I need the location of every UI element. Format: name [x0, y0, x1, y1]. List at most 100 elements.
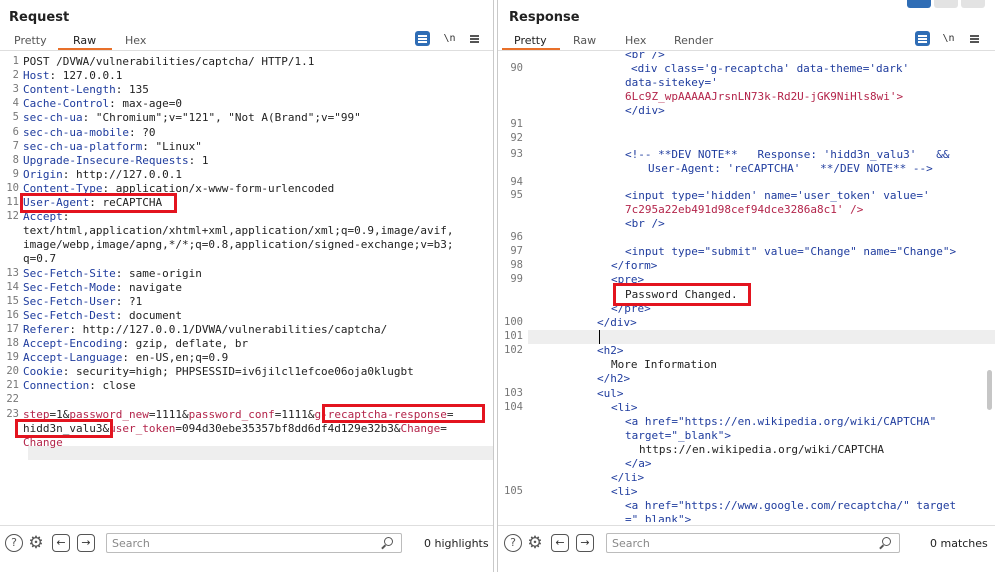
- line-number: 9: [12, 167, 19, 180]
- line-number: 6: [12, 125, 19, 138]
- response-line: More Information: [611, 358, 717, 371]
- line-text: text/html,application/xhtml+xml,applicat…: [23, 224, 454, 238]
- hamburger-menu-icon[interactable]: [467, 31, 482, 46]
- line-number: 105: [504, 485, 523, 497]
- hamburger-menu-icon[interactable]: [967, 31, 982, 46]
- response-line: <li>: [611, 485, 638, 498]
- response-scrollbar[interactable]: [987, 370, 992, 410]
- request-line: Cache-Control: max-age=0: [23, 97, 182, 111]
- response-line: 7c295a22eb491d98cef94dce3286a8c1' />: [625, 203, 864, 216]
- search-input[interactable]: [112, 536, 352, 551]
- line-number: 1: [12, 55, 19, 67]
- header-value: security=high; PHPSESSID=iv6jilcl1efcoe0…: [76, 365, 414, 379]
- request-line: Content-Length: 135: [23, 83, 149, 97]
- header-value: 1: [201, 153, 209, 167]
- newline-toggle-icon[interactable]: \n: [442, 31, 457, 46]
- response-line: User-Agent: 'reCAPTCHA' **/DEV NOTE** --…: [648, 162, 933, 175]
- wrap-lines-icon[interactable]: [415, 31, 430, 46]
- user-agent-highlight: [20, 193, 177, 213]
- response-line: <br />: [625, 52, 665, 61]
- response-search-box: [606, 533, 900, 553]
- header-name: sec-ch-ua-platform: [23, 139, 143, 153]
- line-number: 20: [6, 365, 19, 378]
- request-line: Origin: http://127.0.0.1: [23, 167, 182, 181]
- current-line-highlight: [28, 446, 493, 460]
- tab-render[interactable]: Render: [674, 34, 713, 47]
- recaptcha-param-highlight: [322, 404, 485, 423]
- tab-hex[interactable]: Hex: [625, 34, 646, 47]
- search-icon[interactable]: [882, 537, 891, 546]
- password-changed-highlight: [613, 283, 751, 306]
- gear-icon[interactable]: ⚙: [526, 534, 544, 552]
- layout-vertical-icon[interactable]: [934, 0, 958, 8]
- search-icon[interactable]: [384, 537, 393, 546]
- header-name: Connection: [23, 379, 90, 393]
- gear-icon[interactable]: ⚙: [27, 534, 45, 552]
- line-number: 91: [510, 118, 523, 130]
- response-line: </form>: [611, 259, 658, 272]
- request-line: Sec-Fetch-Site: same-origin: [23, 266, 202, 280]
- response-title: Response: [509, 10, 580, 25]
- header-name: Accept-Language: [23, 351, 123, 365]
- header-value: ?0: [142, 125, 156, 139]
- search-input[interactable]: [612, 536, 852, 551]
- tab-pretty[interactable]: Pretty: [514, 34, 547, 47]
- response-line: <input type="submit" value="Change" name…: [625, 245, 957, 258]
- line-number: 2: [12, 69, 19, 82]
- tab-hex[interactable]: Hex: [125, 34, 146, 47]
- layout-tabs-icon[interactable]: [961, 0, 985, 8]
- highlights-count: 0 highlights: [424, 537, 489, 550]
- line-number: 90: [510, 62, 523, 74]
- request-editor[interactable]: 1 POST /DVWA/vulnerabilities/captcha/ HTT…: [0, 52, 493, 522]
- arrow-left-icon[interactable]: ←: [52, 534, 70, 552]
- line-number: 8: [12, 153, 19, 166]
- line-number: 17: [6, 322, 19, 335]
- wrap-lines-icon[interactable]: [915, 31, 930, 46]
- arrow-right-icon[interactable]: →: [576, 534, 594, 552]
- header-value: close: [102, 379, 136, 393]
- line-number: 101: [504, 330, 523, 342]
- header-name: Sec-Fetch-Dest: [23, 308, 116, 322]
- tab-raw[interactable]: Raw: [573, 34, 596, 47]
- header-name: sec-ch-ua: [23, 111, 83, 125]
- tab-pretty[interactable]: Pretty: [14, 34, 47, 47]
- line-number: 94: [510, 176, 523, 188]
- request-search-box: [106, 533, 402, 553]
- response-line: </div>: [625, 104, 665, 117]
- help-icon[interactable]: ?: [504, 534, 522, 552]
- request-line: Accept-Encoding: gzip, deflate, br: [23, 337, 249, 350]
- response-footer: ? ⚙ ← → 0 matches: [498, 525, 995, 559]
- line-number: 5: [12, 111, 19, 124]
- line-number: 95: [510, 189, 523, 201]
- header-name: Cache-Control: [23, 97, 110, 111]
- line-number: 12: [6, 210, 19, 223]
- request-line: Sec-Fetch-User: ?1: [23, 294, 143, 308]
- header-name: sec-ch-ua-mobile: [23, 125, 129, 139]
- request-line: Upgrade-Insecure-Requests: 1: [23, 153, 209, 167]
- response-line: <input type='hidden' name='user_token' v…: [625, 189, 930, 202]
- line-number: 19: [6, 351, 19, 364]
- request-line: POST /DVWA/vulnerabilities/captcha/ HTTP…: [23, 55, 314, 69]
- layout-horizontal-icon[interactable]: [907, 0, 931, 8]
- layout-toggle: [907, 0, 985, 8]
- line-number: 99: [510, 273, 523, 285]
- tab-raw[interactable]: Raw: [73, 34, 96, 47]
- arrow-right-icon[interactable]: →: [77, 534, 95, 552]
- header-name: Sec-Fetch-Site: [23, 266, 116, 280]
- request-line: Connection: close: [23, 379, 136, 393]
- help-icon[interactable]: ?: [5, 534, 23, 552]
- request-line: Host: 127.0.0.1: [23, 69, 123, 83]
- header-value: "Chromium";v="121", "Not A(Brand";v="99": [95, 111, 361, 125]
- response-line: </li>: [611, 471, 645, 484]
- header-value: max-age=0: [122, 97, 182, 111]
- line-text: image/webp,image/apng,*/*;q=0.8,applicat…: [23, 238, 454, 252]
- arrow-left-icon[interactable]: ←: [551, 534, 569, 552]
- text-caret: [599, 330, 600, 344]
- line-number: 11: [6, 196, 19, 208]
- newline-toggle-icon[interactable]: \n: [941, 31, 956, 46]
- response-panel: Response Pretty Raw Hex Render \n <br />…: [497, 0, 995, 572]
- request-line: sec-ch-ua: "Chromium";v="121", "Not A(Br…: [23, 111, 361, 125]
- body-token: password_conf: [188, 407, 275, 421]
- line-number: 23: [6, 407, 19, 420]
- request-line: text/html,application/xhtml+xml,applicat…: [23, 224, 453, 238]
